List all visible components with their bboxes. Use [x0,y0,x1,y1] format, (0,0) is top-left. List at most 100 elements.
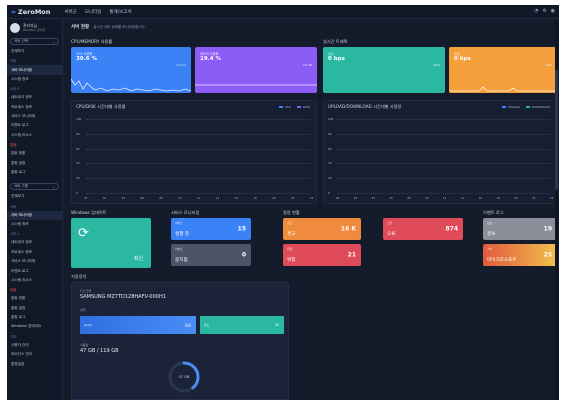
traffic-chart-panel: UPLOAD/DOWNLOAD 시간대별 사용량 UPLOAD DOWNLOAD… [323,100,557,204]
scrollbar[interactable] [555,20,558,400]
x-tick-label: 14 [215,197,220,200]
y-tick-label: 60 [76,146,80,151]
sidebar-item[interactable]: 시스템 리소스 [7,131,62,140]
send-sparkline [449,86,557,92]
traffic-chart-title: UPLOAD/DOWNLOAD 시간대별 사용량 [328,104,402,109]
server-select-dropdown[interactable]: 서버 선택 ⌄ [10,38,59,45]
disk-health-bar[interactable]: Good 정상 [80,316,196,334]
sidebar-item[interactable]: 프로세스 정보 [7,103,62,112]
sidebar-item[interactable]: 사용자 관리 [7,341,62,350]
process-section-title: 서비스 모니터링 [171,210,200,215]
sidebar-item[interactable]: 서비스 모니터링 [7,112,62,121]
sidebar-item[interactable]: 시스템 리소스 [7,276,62,285]
traffic-section-title: 실시간 트래픽 [323,39,348,44]
y-tick-label: 40 [328,161,332,166]
disk-ring-label: 47 GB [178,375,190,379]
cpu-disk-chart-panel: CPU/DISK 시간대별 사용률 CPU DISK 100 80 60 40 20 0 0… [71,100,317,204]
y-tick-label: 0 [76,191,78,195]
top-menu-item[interactable]: 서버군 [64,9,76,15]
grid-line [338,148,550,150]
sidebar-item[interactable]: 알람 설정 [7,158,62,167]
sidebar-item[interactable]: 서버 모니터링 [7,210,62,220]
x-tick-label: 16 [234,197,238,200]
disk-model-label: 디스크명 [80,289,92,293]
gear-icon[interactable]: ✲ [542,8,546,14]
sidebar-item[interactable]: 전체보기 [7,47,62,56]
sidebar-section-heading: 기타 [10,334,17,339]
sidebar-nav-primary: 전체보기 서버 서버 모니터링 시스템 정보 서비스 네트워크 정보 프로세스 정보 서비스 … [7,47,62,177]
disk-temperature-bar[interactable]: 온도 34 [200,316,284,334]
avatar [10,23,20,33]
windows-update-card[interactable]: ⟳ 최신 [71,218,151,268]
server-group-dropdown[interactable]: 서버 그룹 ⌄ [10,183,59,191]
memory-usage-value: 19.4 % [200,56,221,62]
sidebar-item[interactable]: 전체보기 [7,192,62,201]
x-tick-label: 18 [496,197,500,200]
y-tick-label: 0 [328,191,330,195]
usage-section-title: CPU/MEMORY 사용률 [71,39,113,44]
sidebar-item[interactable]: 알람 현황 [7,149,62,158]
user-profile[interactable]: 관리자님 ZeroMon 관리자 [7,20,62,36]
grid-line [338,178,550,180]
sidebar-item[interactable]: 라이선스 관리 [7,350,62,359]
sidebar-item[interactable]: 이벤트 로그 [7,266,62,275]
x-tick-label: 02 [353,197,358,200]
storage-panel: 디스크명 SAMSUNG MZ7TD128HAFV-000H1 상태 Good … [71,282,289,400]
sidebar-section-heading: 서버 [10,59,17,64]
sidebar-item[interactable]: 시스템 정보 [7,220,62,229]
event-info-tile[interactable]: 정보 정보 19 [483,218,557,240]
send-traffic-card[interactable]: 송신 0 bps eth0 [449,47,557,93]
legend-item[interactable]: DISK [296,105,310,109]
sidebar-item[interactable]: 알람 로그 [7,168,62,177]
refresh-check-icon: ⟳ [78,226,89,241]
page-subtitle: 실시간 서버 상태를 모니터링합니다. [93,25,146,29]
sidebar: 관리자님 ZeroMon 관리자 서버 선택 ⌄ 전체보기 서버 서버 모니터링 시스템… [7,20,63,400]
x-tick-label: 20 [272,197,276,200]
sidebar-item[interactable]: Windows 업데이트 [7,322,62,331]
user-icon[interactable]: ◉ [551,8,555,14]
memory-usage-card[interactable]: 메모리 사용률 19.4 % 16 GB [195,47,317,93]
sidebar-item[interactable]: 네트워크 정보 [7,93,62,102]
top-menu-item[interactable]: 모니터링 [85,9,102,15]
top-bar: ≈ ZeroMon 서버군 모니터링 통계/보고서 ◔ ✲ ◉ [7,5,559,19]
update-status: 최신 [133,256,143,262]
top-menu-item[interactable]: 통계/보고서 [109,9,131,15]
x-tick-label: 04 [121,197,125,200]
legend-item[interactable]: CPU [278,105,291,109]
top-icons: ◔ ✲ ◉ [530,8,555,14]
bell-icon[interactable]: ◔ [534,8,538,14]
receive-traffic-card[interactable]: 수신 0 bps eth0 [323,47,445,93]
y-tick-label: 100 [328,117,334,121]
sidebar-item[interactable]: 프로세스 정보 [7,248,62,257]
sidebar-item[interactable]: 이벤트 로그 [7,121,62,130]
sidebar-item[interactable]: 알람 설정 [7,304,62,313]
event-microsoft-tile[interactable]: 기타 마이크로소프트 25 [483,244,557,266]
service-stopped-tile[interactable]: 서비스 중지됨 0 [171,244,251,266]
sidebar-item[interactable]: 알람 로그 [7,313,62,322]
sidebar-item[interactable]: 서비스 모니터링 [7,257,62,266]
alarm-critical-tile[interactable]: 위험 위험 21 [283,244,361,266]
grid-line [338,119,550,120]
sidebar-item[interactable]: 서버 모니터링 [7,65,62,75]
sidebar-item[interactable]: 시스템 정보 [7,75,62,84]
sidebar-section-heading: 서비스 [10,232,20,237]
sidebar-nav-secondary: 전체보기 서버 서버 모니터링 시스템 정보 서비스 네트워크 정보 프로세스 정보 서비스 … [7,192,62,369]
cpu-usage-card[interactable]: CPU 사용률 30.6 % 4 Core [71,47,191,93]
sidebar-item[interactable]: 환경설정 [7,359,62,368]
disk-usage-label: 사용량 [80,343,89,347]
sidebar-item[interactable]: 알람 현황 [7,294,62,303]
x-tick-label: 06 [140,197,144,200]
app-logo[interactable]: ≈ ZeroMon [11,8,50,16]
x-tick-label: 04 [371,197,375,200]
scrollbar-thumb[interactable] [555,70,558,190]
service-running-tile[interactable]: 서비스 실행 중 15 [171,218,251,240]
send-traffic-value: 0 bps [454,56,471,62]
grid-line [86,178,310,180]
legend-item[interactable]: DOWNLOAD [525,105,550,109]
alarm-error-tile[interactable]: 오류 오류 874 [383,218,463,240]
x-tick-label: 10 [425,197,429,200]
sidebar-item[interactable]: 네트워크 정보 [7,238,62,247]
disk-usage-value: 47 GB / 119 GB [80,348,119,354]
legend-item[interactable]: UPLOAD [501,105,520,109]
alarm-warning-tile[interactable]: 경고 경고 16 K [283,218,361,240]
